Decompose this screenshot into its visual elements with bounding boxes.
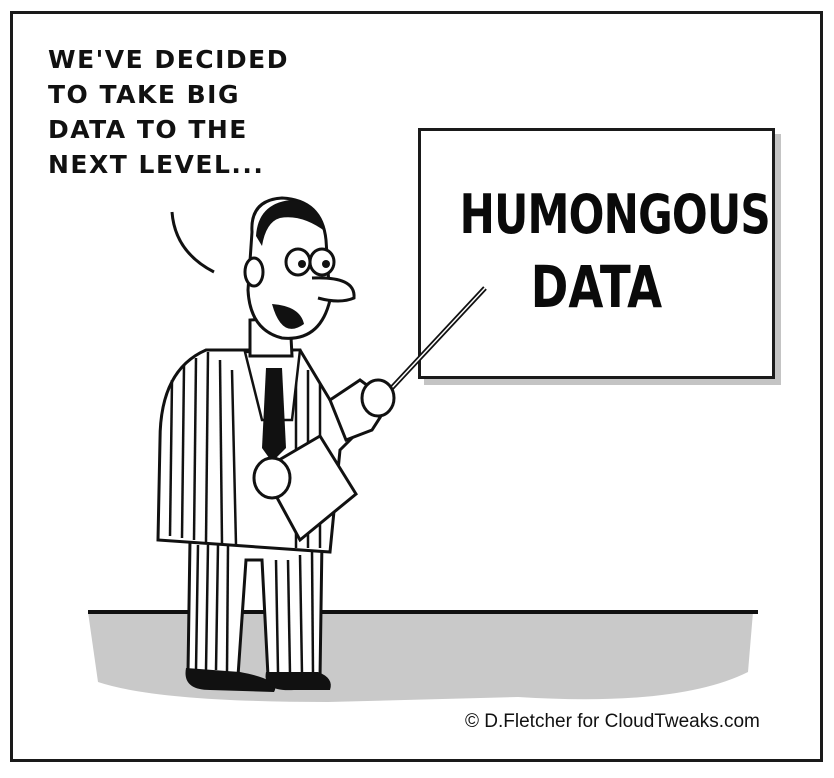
trousers: [186, 538, 324, 680]
right-shoe: [265, 672, 331, 691]
pointer-hand: [360, 378, 396, 418]
presenter-head: [243, 196, 356, 340]
necktie: [262, 368, 286, 462]
left-shoe: [185, 668, 276, 692]
notes-hand: [252, 456, 292, 500]
speech-tail: [170, 211, 215, 274]
presenter-illustration: [156, 196, 487, 692]
artist-credit: © D.Fletcher for CloudTweaks.com: [465, 711, 760, 732]
